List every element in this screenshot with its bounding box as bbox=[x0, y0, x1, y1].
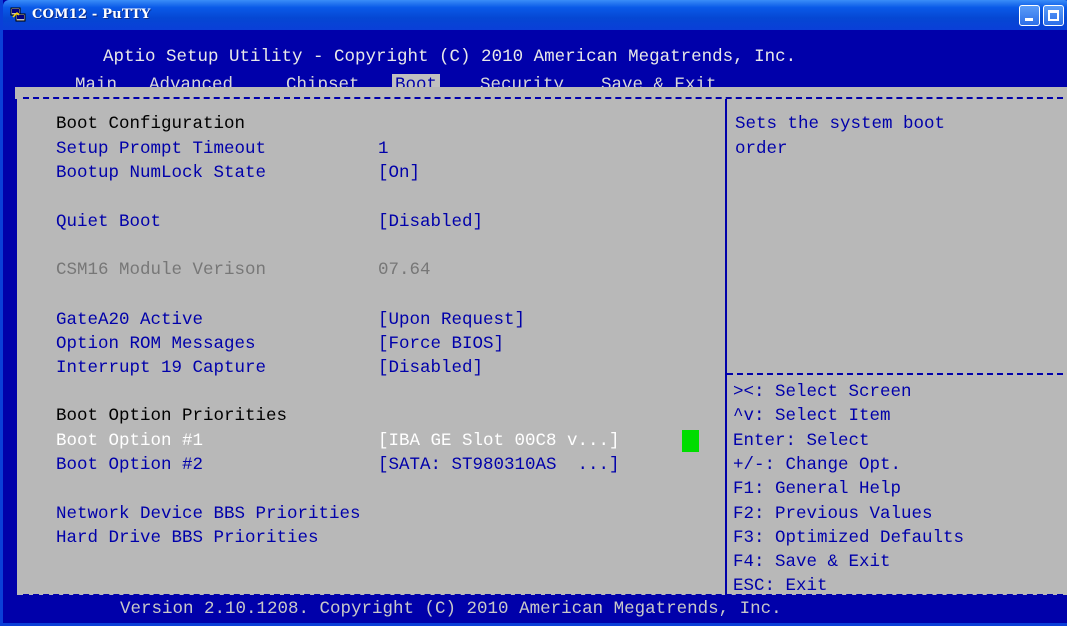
minimize-button[interactable] bbox=[1019, 5, 1040, 26]
key-optimized-defaults: F3: Optimized Defaults bbox=[733, 528, 965, 548]
section-title: Boot Configuration bbox=[56, 114, 246, 134]
hard-drive-bbs-priorities-link[interactable]: Hard Drive BBS Priorities bbox=[56, 527, 319, 549]
bios-header-title: Aptio Setup Utility - Copyright (C) 2010… bbox=[103, 47, 797, 67]
csm16-version-label: CSM16 Module Verison bbox=[56, 260, 267, 280]
boot-option-1-label[interactable]: Boot Option #1 bbox=[56, 430, 203, 452]
boot-priorities-title: Boot Option Priorities bbox=[56, 406, 288, 426]
frame-divider bbox=[725, 99, 727, 595]
network-bbs-priorities-link[interactable]: Network Device BBS Priorities bbox=[56, 503, 361, 525]
key-enter-select: Enter: Select bbox=[733, 431, 870, 451]
key-change-opt: +/-: Change Opt. bbox=[733, 455, 902, 475]
terminal-screen[interactable]: Aptio Setup Utility - Copyright (C) 2010… bbox=[6, 30, 1067, 623]
quiet-boot-label[interactable]: Quiet Boot bbox=[56, 211, 161, 233]
putty-window: COM12 - PuTTY Aptio Setup Utility - Copy… bbox=[0, 0, 1067, 626]
boot-option-2-label[interactable]: Boot Option #2 bbox=[56, 454, 203, 476]
key-esc-exit: ESC: Exit bbox=[733, 576, 828, 596]
csm16-version-value: 07.64 bbox=[378, 260, 431, 280]
minimize-icon bbox=[1025, 18, 1033, 21]
setup-prompt-timeout-label[interactable]: Setup Prompt Timeout bbox=[56, 138, 266, 160]
key-save-exit: F4: Save & Exit bbox=[733, 552, 891, 572]
numlock-state-label[interactable]: Bootup NumLock State bbox=[56, 162, 266, 184]
text-cursor bbox=[682, 430, 699, 452]
putty-icon[interactable] bbox=[10, 7, 26, 23]
frame-top-border bbox=[23, 97, 1063, 99]
option-rom-messages-label[interactable]: Option ROM Messages bbox=[56, 333, 256, 355]
key-previous-values: F2: Previous Values bbox=[733, 504, 933, 524]
boot-option-1-value[interactable]: [IBA GE Slot 00C8 v...] bbox=[378, 430, 620, 452]
title-bar[interactable]: COM12 - PuTTY bbox=[3, 0, 1067, 30]
frame-left-border bbox=[15, 99, 17, 595]
bios-footer-text: Version 2.10.1208. Copyright (C) 2010 Am… bbox=[120, 599, 782, 619]
interrupt19-label[interactable]: Interrupt 19 Capture bbox=[56, 357, 266, 379]
gatea20-label[interactable]: GateA20 Active bbox=[56, 309, 203, 331]
key-select-screen: ><: Select Screen bbox=[733, 382, 912, 402]
key-general-help: F1: General Help bbox=[733, 479, 902, 499]
help-text-line-1: Sets the system boot bbox=[735, 114, 946, 134]
setup-prompt-timeout-value[interactable]: 1 bbox=[378, 138, 389, 160]
window-title: COM12 - PuTTY bbox=[32, 7, 151, 22]
help-divider bbox=[727, 373, 1063, 375]
quiet-boot-value[interactable]: [Disabled] bbox=[378, 211, 483, 233]
interrupt19-value[interactable]: [Disabled] bbox=[378, 357, 483, 379]
maximize-icon bbox=[1048, 10, 1059, 21]
help-text-line-2: order bbox=[735, 139, 788, 159]
bios-content-panel: Boot Configuration Setup Prompt Timeout … bbox=[15, 87, 1067, 601]
option-rom-messages-value[interactable]: [Force BIOS] bbox=[378, 333, 504, 355]
numlock-state-value[interactable]: [On] bbox=[378, 162, 420, 184]
boot-option-2-value[interactable]: [SATA: ST980310AS ...] bbox=[378, 454, 620, 476]
key-select-item: ^v: Select Item bbox=[733, 406, 891, 426]
gatea20-value[interactable]: [Upon Request] bbox=[378, 309, 525, 331]
maximize-button[interactable] bbox=[1043, 5, 1064, 26]
